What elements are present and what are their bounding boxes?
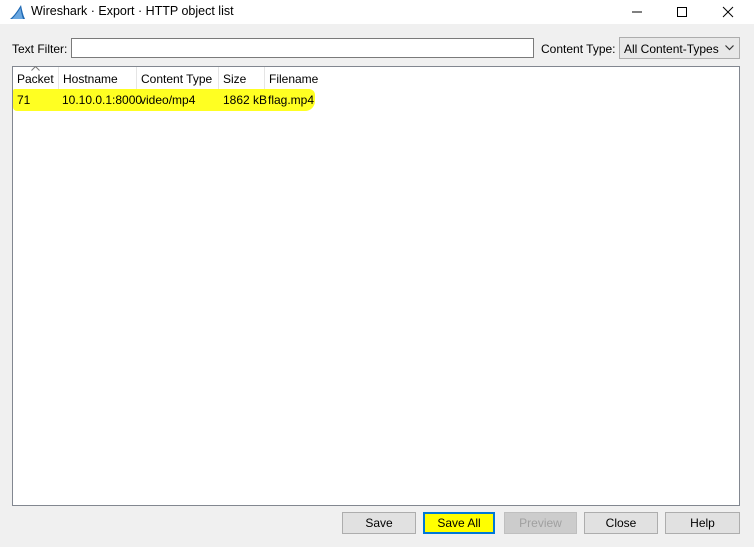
table-header: Packet Hostname Content Type Size Filena… [13,66,739,89]
column-header-packet[interactable]: Packet [13,66,59,89]
close-button[interactable]: Close [584,512,658,534]
column-label: Hostname [63,72,118,86]
maximize-button[interactable] [659,0,704,24]
column-header-content-type[interactable]: Content Type [137,67,219,89]
close-window-button[interactable] [705,0,750,24]
save-button[interactable]: Save [342,512,416,534]
minimize-icon [632,11,642,13]
cell-filename: flag.mp4 [268,93,315,107]
content-type-label: Content Type: [541,42,616,56]
chevron-down-icon [725,45,734,51]
content-type-select[interactable]: All Content-Types [619,37,740,59]
window-title: Wireshark · Export · HTTP object list [31,4,234,18]
maximize-icon [677,7,687,17]
column-label: Filename [269,72,319,86]
title-bar[interactable]: Wireshark · Export · HTTP object list [0,0,754,24]
sort-ascending-icon [31,66,40,71]
minimize-button[interactable] [614,0,659,24]
content-type-selected: All Content-Types [624,42,719,56]
column-header-size[interactable]: Size [219,67,265,89]
cell-packet: 71 [17,93,31,107]
table-row[interactable]: 71 10.10.0.1:8000 video/mp4 1862 kB flag… [13,89,739,111]
text-filter-label: Text Filter: [12,42,68,56]
column-label: Size [223,72,247,86]
help-button[interactable]: Help [665,512,740,534]
column-header-filename[interactable]: Filename [265,67,319,89]
wireshark-fin-icon [9,4,26,20]
cell-content-type: video/mp4 [140,93,196,107]
column-label: Content Type [141,72,213,86]
cell-hostname: 10.10.0.1:8000 [62,93,143,107]
export-http-object-dialog: Wireshark · Export · HTTP object list Te… [0,0,754,547]
column-label: Packet [17,72,54,86]
object-list-table[interactable]: Packet Hostname Content Type Size Filena… [12,66,740,506]
text-filter-input[interactable] [71,38,534,58]
column-header-hostname[interactable]: Hostname [59,67,137,89]
close-icon [722,6,734,18]
save-all-button[interactable]: Save All [423,512,495,534]
cell-size: 1862 kB [223,93,268,107]
preview-button[interactable]: Preview [504,512,577,534]
